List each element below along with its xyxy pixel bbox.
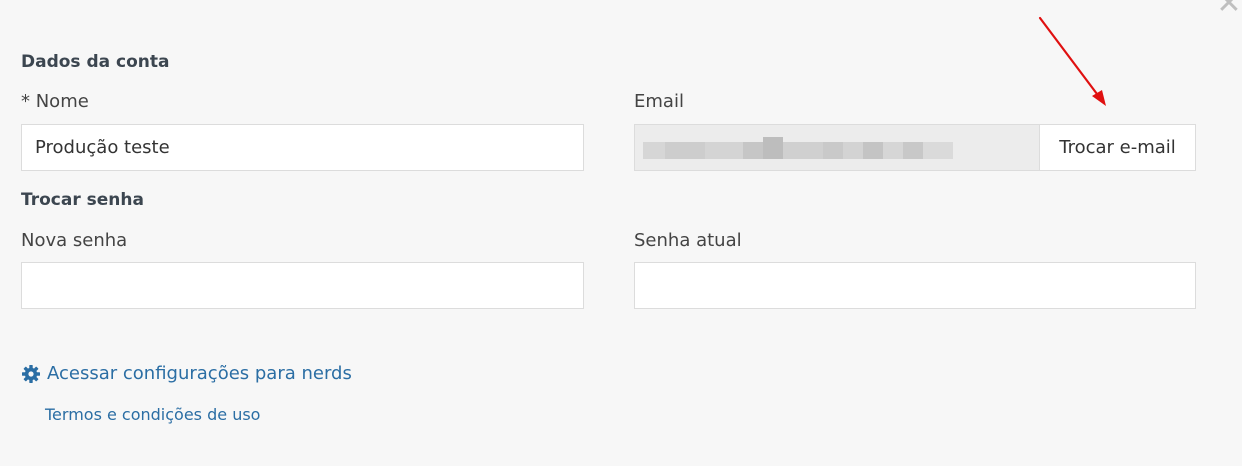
new-password-input[interactable] (21, 262, 584, 309)
terms-link[interactable]: Termos e condições de uso (45, 405, 260, 424)
email-obscured-block (923, 142, 953, 159)
account-settings-panel: ✕ Dados da conta * Nome Email Trocar e-m… (0, 0, 1242, 466)
email-obscured-block (843, 142, 863, 159)
nerds-settings-link[interactable]: Acessar configurações para nerds (21, 363, 352, 384)
email-obscured-block (823, 142, 843, 159)
email-obscured-block (783, 142, 823, 159)
name-label: * Nome (21, 91, 89, 112)
email-label: Email (634, 91, 684, 112)
email-obscured-block (863, 142, 883, 159)
close-icon[interactable]: ✕ (1214, 0, 1242, 16)
nerds-settings-label: Acessar configurações para nerds (47, 363, 352, 384)
email-obscured-block (665, 142, 705, 159)
gear-icon (21, 364, 41, 384)
name-input[interactable] (21, 124, 584, 171)
account-section-title: Dados da conta (21, 52, 170, 72)
change-email-button[interactable]: Trocar e-mail (1039, 124, 1196, 171)
email-obscured-block (883, 142, 903, 159)
new-password-label: Nova senha (21, 230, 128, 251)
email-obscured-block (903, 142, 923, 159)
password-section-title: Trocar senha (21, 190, 144, 210)
email-obscured-block (643, 142, 665, 159)
email-field (634, 124, 1040, 171)
email-obscured-block (763, 137, 783, 159)
annotation-arrow (1038, 16, 1106, 106)
email-obscured-block (743, 142, 763, 159)
email-obscured-block (705, 142, 743, 159)
current-password-label: Senha atual (634, 230, 742, 251)
current-password-input[interactable] (634, 262, 1196, 309)
